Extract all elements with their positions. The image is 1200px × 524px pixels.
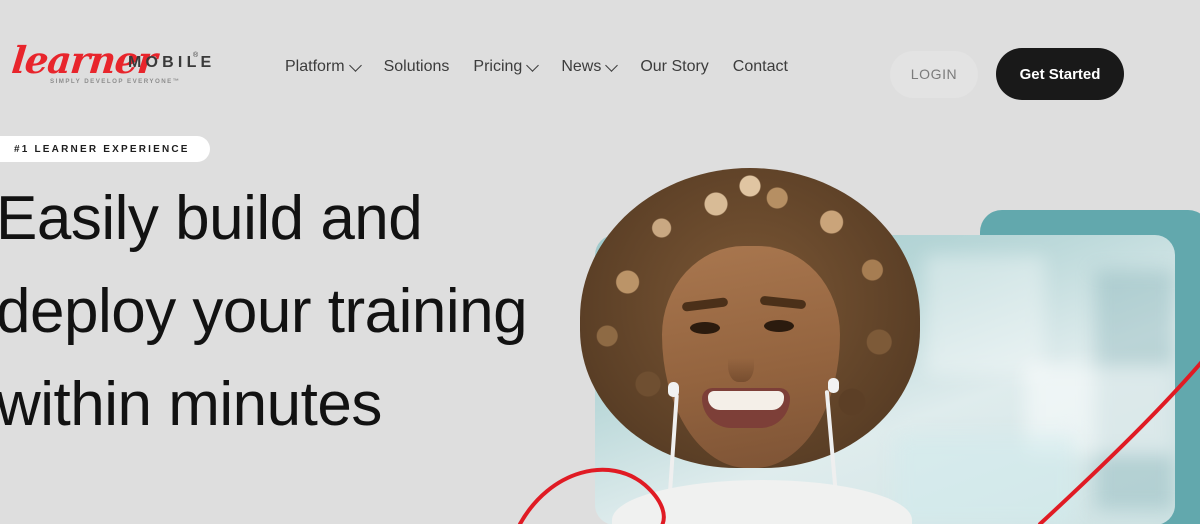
nav-label-contact: Contact — [732, 58, 788, 75]
nav-label-our-story: Our Story — [640, 58, 709, 75]
logo-tagline: SIMPLY DEVELOP EVERYONE™ — [50, 78, 181, 85]
nav-item-news[interactable]: News — [561, 58, 619, 76]
login-button[interactable]: LOGIN — [890, 50, 978, 98]
nav-item-platform[interactable]: Platform — [285, 58, 362, 76]
nav-label-pricing: Pricing — [473, 58, 523, 75]
status-badge: #1 LEARNER EXPERIENCE — [0, 136, 210, 162]
nav-label-news: News — [561, 58, 602, 75]
chevron-down-icon — [526, 58, 540, 72]
site-header: learner MOBILE ® SIMPLY DEVELOP EVERYONE… — [0, 0, 1200, 120]
chevron-down-icon — [348, 58, 362, 72]
get-started-button[interactable]: Get Started — [996, 48, 1124, 100]
registered-mark-icon: ® — [193, 52, 199, 59]
hero-image — [518, 150, 1200, 524]
nav-item-our-story[interactable]: Our Story — [640, 58, 708, 76]
page-title: Easily build and deploy your training wi… — [0, 184, 528, 439]
main-navigation: Platform Solutions Pricing News Our Stor… — [285, 58, 788, 76]
nav-item-pricing[interactable]: Pricing — [473, 58, 540, 76]
nav-item-solutions[interactable]: Solutions — [384, 58, 450, 76]
red-accent-curve-icon — [518, 360, 1200, 524]
chevron-down-icon — [605, 58, 619, 72]
header-actions: LOGIN Get Started — [890, 48, 1124, 100]
logo-wordmark: MOBILE — [128, 54, 216, 71]
nav-item-contact[interactable]: Contact — [733, 58, 788, 76]
nav-label-platform: Platform — [285, 58, 345, 75]
nav-label-solutions: Solutions — [383, 58, 450, 75]
logo[interactable]: learner MOBILE ® SIMPLY DEVELOP EVERYONE… — [10, 38, 211, 98]
